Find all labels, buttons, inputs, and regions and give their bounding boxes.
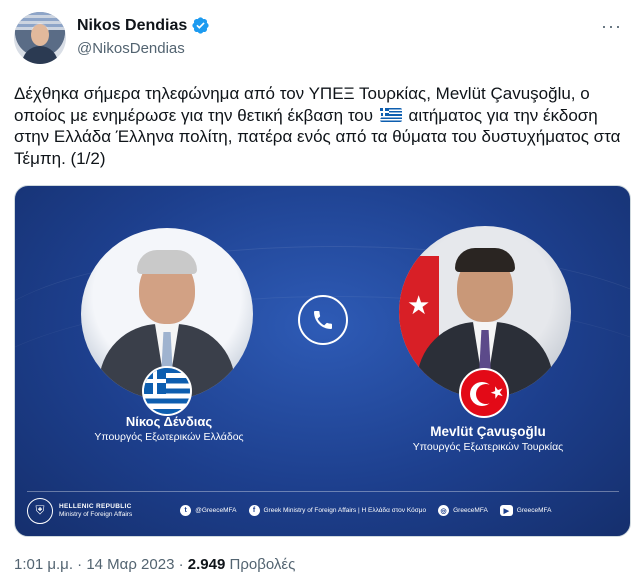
turkey-flag-icon: ★ xyxy=(459,368,509,418)
tweet-time[interactable]: 1:01 μ.μ. xyxy=(14,556,73,573)
caption-cavusoglu: Mevlüt Çavuşoğlu Υπουργός Εξωτερικών Του… xyxy=(388,424,588,453)
more-options-icon[interactable]: ··· xyxy=(601,16,622,37)
tweet-date[interactable]: 14 Μαρ 2023 xyxy=(86,556,174,573)
footer-twitter: t @GreeceMFA xyxy=(180,505,237,516)
author-handle[interactable]: @NikosDendias xyxy=(77,40,185,57)
views-label: Προβολές xyxy=(229,556,296,573)
greece-flag-icon xyxy=(379,107,402,122)
phone-icon xyxy=(298,295,348,345)
verified-badge-icon xyxy=(191,16,210,35)
youtube-icon: ▶ xyxy=(499,505,513,516)
views-count: 2.949 xyxy=(187,556,226,573)
left-person-name: Νίκος Δένδιας xyxy=(125,414,213,429)
instagram-icon: ◎ xyxy=(438,505,450,516)
footer-youtube: ▶ GreeceMFA xyxy=(499,505,551,516)
footer-instagram: ◎ GreeceMFA xyxy=(438,505,488,516)
tweet-header: Nikos Dendias @NikosDendias ··· xyxy=(14,10,626,66)
caption-dendias: Νίκος Δένδιας Υπουργός Εξωτερικών Ελλάδο… xyxy=(75,414,263,443)
tweet-image[interactable]: ★ Νίκος Δένδιας Υπουργός Εξωτερικών Ελλά… xyxy=(14,185,631,537)
footer-facebook: f Greek Ministry of Foreign Affairs | Η Ε… xyxy=(248,505,426,516)
facebook-icon: f xyxy=(248,505,260,516)
author-display-name[interactable]: Nikos Dendias xyxy=(77,17,187,35)
ministry-name: HELLENIC REPUBLIC Ministry of Foreign Af… xyxy=(59,502,133,518)
meta-separator: · xyxy=(77,556,83,573)
right-person-role: Υπουργός Εξωτερικών Τουρκίας xyxy=(412,441,564,453)
avatar[interactable] xyxy=(14,12,66,64)
left-person-role: Υπουργός Εξωτερικών Ελλάδος xyxy=(94,431,244,443)
image-footer: ⛨ HELLENIC REPUBLIC Ministry of Foreign … xyxy=(27,491,619,529)
name-row: Nikos Dendias xyxy=(77,16,210,35)
tweet-text: Δέχθηκα σήμερα τηλεφώνημα από τον ΥΠΕΞ Τ… xyxy=(14,83,628,169)
ministry-crest-icon: ⛨ xyxy=(27,497,53,524)
right-person-name: Mevlüt Çavuşoğlu xyxy=(430,424,546,439)
meta-separator: · xyxy=(178,556,184,573)
tweet-meta: 1:01 μ.μ. · 14 Μαρ 2023 · 2.949 Προβολές xyxy=(14,556,295,573)
twitter-icon: t xyxy=(180,505,192,516)
greece-flag-icon xyxy=(142,366,192,416)
